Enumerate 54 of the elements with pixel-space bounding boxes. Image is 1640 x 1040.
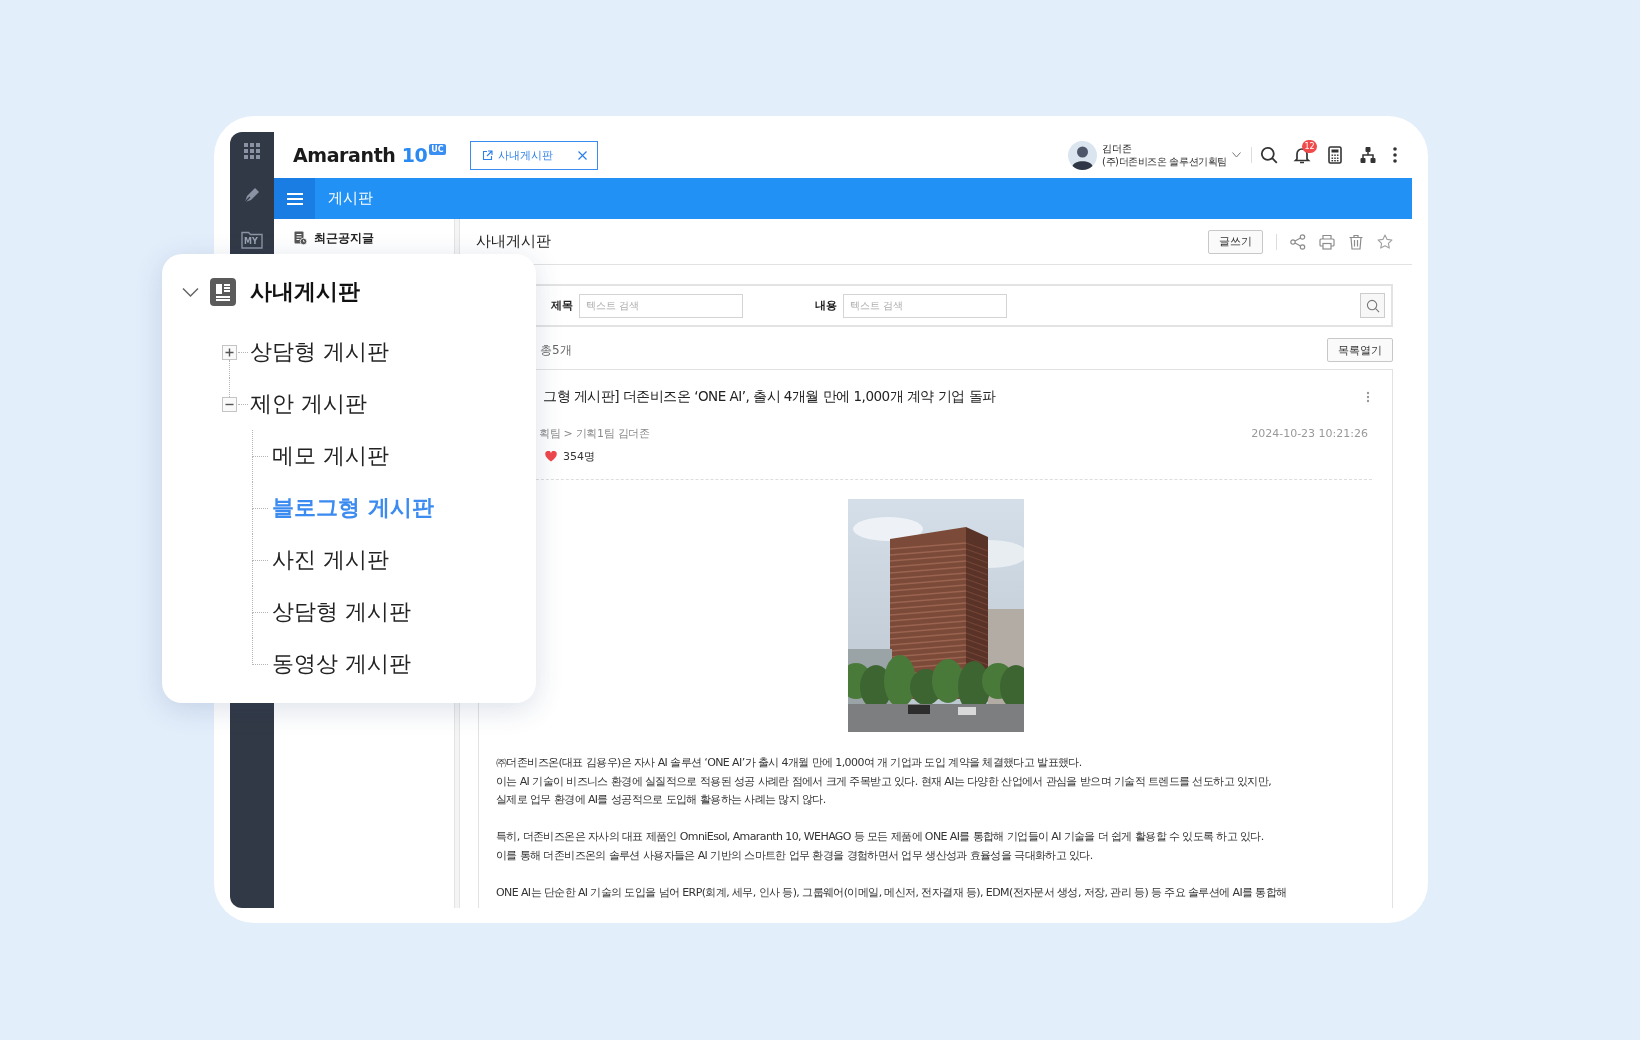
search-icon[interactable] [1260, 146, 1278, 164]
pen-icon[interactable] [243, 186, 261, 204]
open-page-tab[interactable]: 사내게시판 [469, 140, 598, 170]
plus-box-icon[interactable] [222, 344, 237, 360]
logo-badge: UC [429, 144, 446, 155]
search-button[interactable] [1360, 293, 1385, 318]
notification-badge: 12 [1302, 140, 1317, 153]
tree-item[interactable]: 상담형 게시판 [272, 597, 411, 627]
chevron-down-icon[interactable] [1232, 152, 1241, 158]
list-open-button[interactable]: 목록열기 [1327, 338, 1393, 362]
apps-grid-icon[interactable] [244, 143, 260, 159]
external-link-icon [481, 149, 493, 161]
minus-box-icon[interactable] [222, 396, 237, 412]
star-icon[interactable] [1377, 233, 1393, 250]
page-title: 사내게시판 [476, 232, 551, 251]
post-paragraph: 특히, 더존비즈온은 자사의 대표 제품인 OmniEsol, Amaranth 10, WEHAGO 등 모든 제품에 ONE AI를 통합해 기업들이 AI 기술을 더 쉽게 활용할 수 있도록 하고 있다. 이를 통해 더존비즈온의 솔루션 사용자들은 AI 기반의 스마트한 업무 환경을 경험하면서 업무 생산성과 효율성을 극대화하고 있다. [496, 829, 1264, 864]
print-icon[interactable] [1319, 233, 1335, 250]
folder-icon [241, 230, 263, 249]
post-count: 총5개 [540, 341, 572, 359]
heart-icon[interactable] [545, 450, 557, 462]
post-paragraph: ㈜더존비즈온(대표 김용우)은 자사 AI 솔루션 ‘ONE AI’가 출시 4개월 만에 1,000여 개 기업과 도입 계약을 체결했다고 발표했다. 이는 AI 기술이 비즈니스 환경에 실질적으로 적용된 성공 사례란 점에서 크게 주목받고 있다. 현재 AI는 다양한 산업에서 관심을 받으며 기술적 트렌드를 선도하고 있지만, 실제로 업무 환경에 AI를 성공적으로 도입해 활용하는 사례는 많지 않다. [496, 755, 1272, 808]
input-field[interactable]: 텍스트 검색 [579, 293, 743, 318]
menu-title: 게시판 [328, 189, 373, 208]
write-button[interactable]: 글쓰기 [1208, 229, 1263, 254]
board-icon [210, 278, 236, 306]
logo-wordmark[interactable]: Amaranth 10 [293, 143, 428, 167]
my-folder-button[interactable]: MY [241, 230, 263, 249]
tree-item[interactable]: 메모 게시판 [272, 441, 389, 471]
close-icon[interactable] [577, 150, 587, 160]
share-icon[interactable] [1290, 233, 1306, 250]
post-author-path: 획팀 > 기획1팀 김더존 [539, 425, 650, 441]
input-field[interactable]: 텍스트 검색 [843, 293, 1007, 318]
menu-icon [286, 192, 303, 205]
calculator-icon[interactable] [1326, 146, 1344, 164]
menu-button[interactable] [274, 178, 315, 219]
like-count: 354명 [563, 448, 595, 464]
search-label: 내용 [815, 298, 837, 313]
post-paragraph: ONE AI는 단순한 AI 기술의 도입을 넘어 ERP(회계, 세무, 인사 등), 그룹웨어(이메일, 메신저, 전자결재 등), EDM(전자문서 생성, 저장, 관리 등) 등 주요 솔루션에 AI를 통합해 [496, 884, 1287, 901]
more-icon[interactable] [1392, 146, 1398, 164]
document-clock-icon [294, 231, 307, 245]
user-department[interactable]: (주)더존비즈온 솔루션기획팀 [1102, 155, 1227, 168]
search-label: 제목 [551, 298, 573, 313]
tree-item[interactable]: 제안 게시판 [250, 389, 367, 419]
trash-icon[interactable] [1348, 233, 1364, 250]
post-title: 그형 게시판] 더존비즈온 ‘ONE AI’, 출시 4개월 만에 1,000개 계약 기업 돌파 [543, 388, 996, 406]
tree-item[interactable]: 상담형 게시판 [250, 337, 389, 367]
tree-item[interactable]: 사내게시판 [250, 277, 360, 307]
sidebar-item[interactable]: 최근공지글 [294, 229, 374, 247]
tree-item[interactable]: 사진 게시판 [272, 545, 389, 575]
user-name[interactable]: 김더존 [1102, 142, 1227, 155]
post-date: 2024-10-23 10:21:26 [1251, 426, 1368, 440]
tree-item[interactable]: 동영상 게시판 [272, 649, 411, 679]
avatar-icon[interactable] [1068, 140, 1097, 170]
org-chart-icon[interactable] [1359, 146, 1377, 164]
